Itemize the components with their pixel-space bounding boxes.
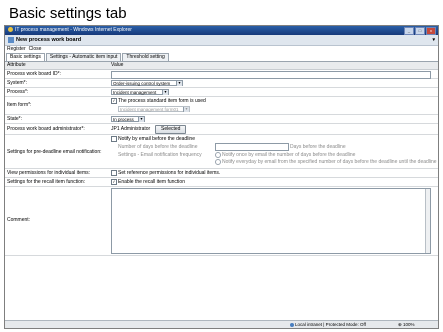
system-value: Order-issuing control system — [113, 81, 171, 86]
zoom-text: 100% — [403, 322, 415, 327]
standard-form-label: The process standard item form is used — [118, 98, 206, 104]
app-title: New process work board — [16, 37, 82, 43]
tab-automatic-item-input[interactable]: Settings - Automatic item input — [45, 53, 122, 61]
notify-everyday-label: Notify everyday by email from the specif… — [222, 159, 437, 165]
zone-text: Local intranet | Protected Mode: Off — [295, 322, 366, 327]
minimize-button[interactable]: _ — [404, 27, 414, 35]
tab-threshold-setting[interactable]: Threshold setting — [122, 53, 169, 61]
chevron-down-icon: ▼ — [183, 107, 189, 112]
zone-status: Local intranet | Protected Mode: Off — [290, 321, 366, 328]
app-icon — [8, 36, 14, 43]
chevron-down-icon: ▼ — [162, 90, 168, 95]
status-bar: Local intranet | Protected Mode: Off ⊕ 1… — [5, 320, 438, 328]
recall-label: Settings for the recall item function: — [7, 179, 86, 185]
table-header: Attribute Value — [5, 62, 438, 70]
row-process: Process*: Incident management ▼ — [5, 88, 438, 97]
chevron-down-icon: ▼ — [176, 81, 182, 86]
row-work-board-id: Process work board ID*: — [5, 70, 438, 79]
recall-checkbox-label: Enable the recall item function — [118, 179, 185, 185]
reference-permissions-label: Set reference permissions for individual… — [118, 170, 221, 176]
menu-bar: Register Close — [5, 46, 438, 53]
system-label: System*: — [7, 80, 28, 86]
row-item-form: Item form*: ✓ The process standard item … — [5, 97, 438, 115]
browser-window: IT process management - Windows Internet… — [4, 25, 439, 329]
ie-icon — [8, 27, 13, 33]
chevron-down-icon: ▼ — [138, 117, 144, 122]
selected-button[interactable]: Selected — [155, 125, 187, 134]
notify-once-label: Notify once by email the number of days … — [222, 152, 356, 158]
admin-label: Process work board administrator*: — [7, 126, 85, 132]
item-form-value: Incident management form01 — [120, 107, 179, 112]
chevron-down-icon[interactable]: ▾ — [432, 35, 435, 45]
tab-basic-settings[interactable]: Basic settings — [6, 53, 45, 61]
window-title: IT process management - Windows Internet… — [15, 27, 132, 33]
view-perm-label: View permissions for individual items: — [7, 170, 90, 176]
days-before-input[interactable] — [215, 143, 289, 151]
tab-bar: Basic settings Settings - Automatic item… — [5, 53, 438, 62]
maximize-button[interactable]: □ — [415, 27, 425, 35]
comment-label: Comment: — [7, 217, 31, 223]
frequency-label: Settings - Email notification frequency — [118, 152, 202, 158]
notify-once-radio[interactable] — [215, 152, 221, 158]
process-label: Process*: — [7, 89, 29, 95]
notify-email-label: Notify by email before the deadline — [118, 136, 195, 142]
days-before-label: Number of days before the deadline — [118, 144, 198, 150]
process-value: Incident management — [113, 90, 157, 95]
recall-checkbox[interactable]: ✓ — [111, 179, 117, 185]
zoom-level[interactable]: ⊕ 100% — [398, 321, 415, 328]
email-label: Settings for pre-deadline email notifica… — [7, 149, 102, 155]
value-header: Value — [111, 62, 124, 68]
system-select[interactable]: Order-issuing control system ▼ — [111, 80, 183, 86]
globe-icon — [290, 322, 294, 327]
notify-email-checkbox[interactable] — [111, 136, 117, 142]
row-comment: Comment: — [5, 187, 438, 256]
days-before-suffix: Days before the deadline — [290, 144, 346, 150]
row-administrator: Process work board administrator*: JP1 A… — [5, 124, 438, 135]
item-form-select[interactable]: Incident management form01 ▼ — [118, 106, 190, 112]
row-recall: Settings for the recall item function: ✓… — [5, 178, 438, 187]
work-board-id-label: Process work board ID*: — [7, 71, 61, 77]
close-window-button[interactable]: x — [426, 27, 436, 35]
standard-form-checkbox[interactable]: ✓ — [111, 98, 117, 104]
row-system: System*: Order-issuing control system ▼ — [5, 79, 438, 88]
admin-value: JP1 Administrator — [111, 126, 151, 132]
work-board-id-input[interactable] — [111, 71, 431, 79]
process-select[interactable]: Incident management ▼ — [111, 89, 169, 95]
state-select[interactable]: In process ▼ — [111, 116, 145, 122]
register-menu[interactable]: Register — [7, 46, 26, 52]
row-state: State*: In process ▼ — [5, 115, 438, 124]
notify-everyday-radio[interactable] — [215, 159, 221, 165]
app-header: New process work board ▾ — [5, 35, 438, 46]
row-view-permissions: View permissions for individual items: S… — [5, 169, 438, 178]
state-label: State*: — [7, 116, 23, 122]
close-menu[interactable]: Close — [29, 46, 42, 52]
form-content: Attribute Value Process work board ID*: … — [5, 62, 438, 324]
row-email-notification: Settings for pre-deadline email notifica… — [5, 135, 438, 169]
item-form-label: Item form*: — [7, 102, 32, 108]
reference-permissions-checkbox[interactable] — [111, 170, 117, 176]
state-value: In process — [113, 117, 134, 122]
window-titlebar: IT process management - Windows Internet… — [5, 26, 438, 35]
attribute-header: Attribute — [7, 62, 26, 68]
slide-title: Basic settings tab — [9, 5, 127, 22]
comment-textarea[interactable] — [111, 188, 431, 254]
textarea-scrollbar[interactable] — [425, 189, 430, 253]
